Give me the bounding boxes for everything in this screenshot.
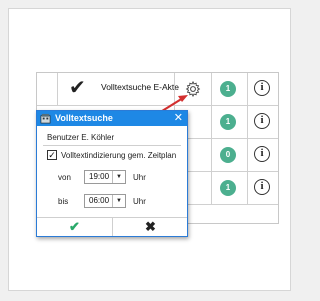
info-cell[interactable]: i xyxy=(248,139,278,171)
count-cell: 1 xyxy=(211,106,248,138)
info-cell[interactable]: i xyxy=(248,73,278,105)
from-label: von xyxy=(58,173,71,182)
check-icon: ✔ xyxy=(69,219,80,234)
gear-icon[interactable] xyxy=(184,80,202,98)
row-spacer xyxy=(37,73,58,105)
schedule-checkbox[interactable]: ✓ xyxy=(47,150,57,160)
app-icon xyxy=(40,113,51,124)
close-icon: ✖ xyxy=(145,219,156,234)
info-cell[interactable]: i xyxy=(248,172,278,204)
count-cell: 1 xyxy=(211,73,248,105)
count-badge: 1 xyxy=(220,81,236,97)
dropdown-arrow-icon[interactable]: ▼ xyxy=(112,171,125,183)
info-icon[interactable]: i xyxy=(254,80,270,96)
from-unit-label: Uhr xyxy=(133,173,146,182)
count-badge: 1 xyxy=(220,114,236,130)
count-badge: 0 xyxy=(220,147,236,163)
count-cell: 1 xyxy=(211,172,248,204)
dialog-footer: ✔ ✖ xyxy=(37,217,187,236)
dialog-title: Volltextsuche xyxy=(55,113,113,123)
settings-cell[interactable] xyxy=(174,73,212,105)
fulltext-search-dialog: Volltextsuche ✕ Benutzer E. Köhler ✓ Vol… xyxy=(36,110,188,237)
row-title: Volltextsuche E-Akte xyxy=(101,82,179,92)
to-unit-label: Uhr xyxy=(133,197,146,206)
count-cell: 0 xyxy=(211,139,248,171)
info-icon[interactable]: i xyxy=(254,113,270,129)
table-row: ✔ Volltextsuche E-Akte 1 i xyxy=(37,73,278,106)
from-time-value: 19:00 xyxy=(89,172,110,181)
count-badge: 1 xyxy=(220,180,236,196)
dialog-titlebar[interactable]: Volltextsuche ✕ xyxy=(37,111,187,126)
from-time-select[interactable]: 19:00 ▼ xyxy=(84,170,126,184)
to-label: bis xyxy=(58,197,69,206)
enabled-check-icon[interactable]: ✔ xyxy=(69,78,86,98)
info-cell[interactable]: i xyxy=(248,106,278,138)
info-icon[interactable]: i xyxy=(254,146,270,162)
close-icon[interactable]: ✕ xyxy=(174,111,183,126)
dropdown-arrow-icon[interactable]: ▼ xyxy=(112,195,125,207)
info-icon[interactable]: i xyxy=(254,179,270,195)
to-time-value: 06:00 xyxy=(89,196,110,205)
divider xyxy=(43,145,181,146)
schedule-checkbox-label[interactable]: Volltextindizierung gem. Zeitplan xyxy=(61,151,176,160)
ok-button[interactable]: ✔ xyxy=(37,218,113,236)
to-time-select[interactable]: 06:00 ▼ xyxy=(84,194,126,208)
cancel-button[interactable]: ✖ xyxy=(113,218,188,236)
user-label: Benutzer E. Köhler xyxy=(47,133,115,142)
